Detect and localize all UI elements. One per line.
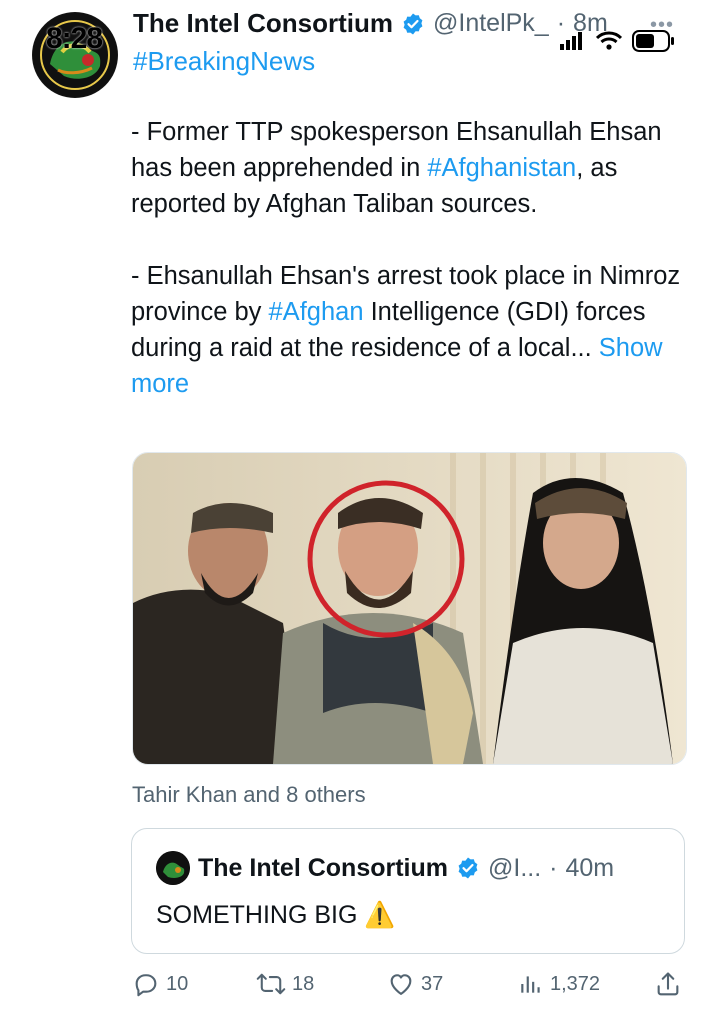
wifi-icon [596,31,622,50]
paragraph-1: - Former TTP spokesperson Ehsanullah Ehs… [131,114,691,222]
retweet-button[interactable]: 18 [256,970,314,998]
views-button[interactable]: 1,372 [518,970,600,998]
tweet-header: The Intel Consortium @IntelPk_ · 8m [133,8,608,39]
reply-count: 10 [166,972,189,995]
view-count: 1,372 [550,972,601,995]
like-button[interactable]: 37 [387,970,443,998]
tweet-actions: 10 18 37 1,372 [132,970,684,1006]
photo-image [133,453,686,764]
hashtag-afghan[interactable]: #Afghan [269,298,364,326]
status-bar-time: 8:28 [46,22,103,55]
consortium-logo-small-icon [156,851,190,885]
quoted-tweet-time: 40m [565,853,615,882]
retweet-icon [256,973,286,995]
author-handle[interactable]: @IntelPk_ [433,9,549,38]
views-icon [521,976,540,993]
battery-icon [632,30,674,52]
hashtag-afghanistan[interactable]: #Afghanistan [427,154,576,182]
tagged-people[interactable]: Tahir Khan and 8 others [132,782,366,808]
quoted-author-avatar [156,851,190,885]
paragraph-2: - Ehsanullah Ehsan's arrest took place i… [131,258,691,402]
verified-icon [458,857,478,879]
reply-icon [135,974,157,997]
reply-button[interactable]: 10 [132,970,188,998]
like-icon [390,974,412,995]
signal-icon [560,32,582,50]
quoted-author-handle: @I... [488,853,542,882]
quoted-text: SOMETHING BIG [156,901,358,929]
retweet-count: 18 [292,972,315,995]
share-button[interactable] [654,970,682,998]
like-count: 37 [421,972,444,995]
tweet-photo[interactable] [132,452,687,765]
tweet-body: - Former TTP spokesperson Ehsanullah Ehs… [131,114,691,438]
status-bar-icons [560,30,676,52]
separator-dot: · [549,853,558,882]
warning-icon: ⚠️ [364,901,396,929]
quoted-tweet-header: The Intel Consortium @I... · 40m [156,851,614,885]
quoted-tweet[interactable]: The Intel Consortium @I... · 40m SOMETHI… [131,828,685,954]
quoted-author-name: The Intel Consortium [198,853,448,882]
author-name[interactable]: The Intel Consortium [133,8,393,39]
quoted-tweet-text: SOMETHING BIG ⚠️ [156,901,396,930]
verified-icon [403,13,423,34]
share-icon [657,972,679,996]
hashtag-breaking-news[interactable]: #BreakingNews [133,46,315,77]
